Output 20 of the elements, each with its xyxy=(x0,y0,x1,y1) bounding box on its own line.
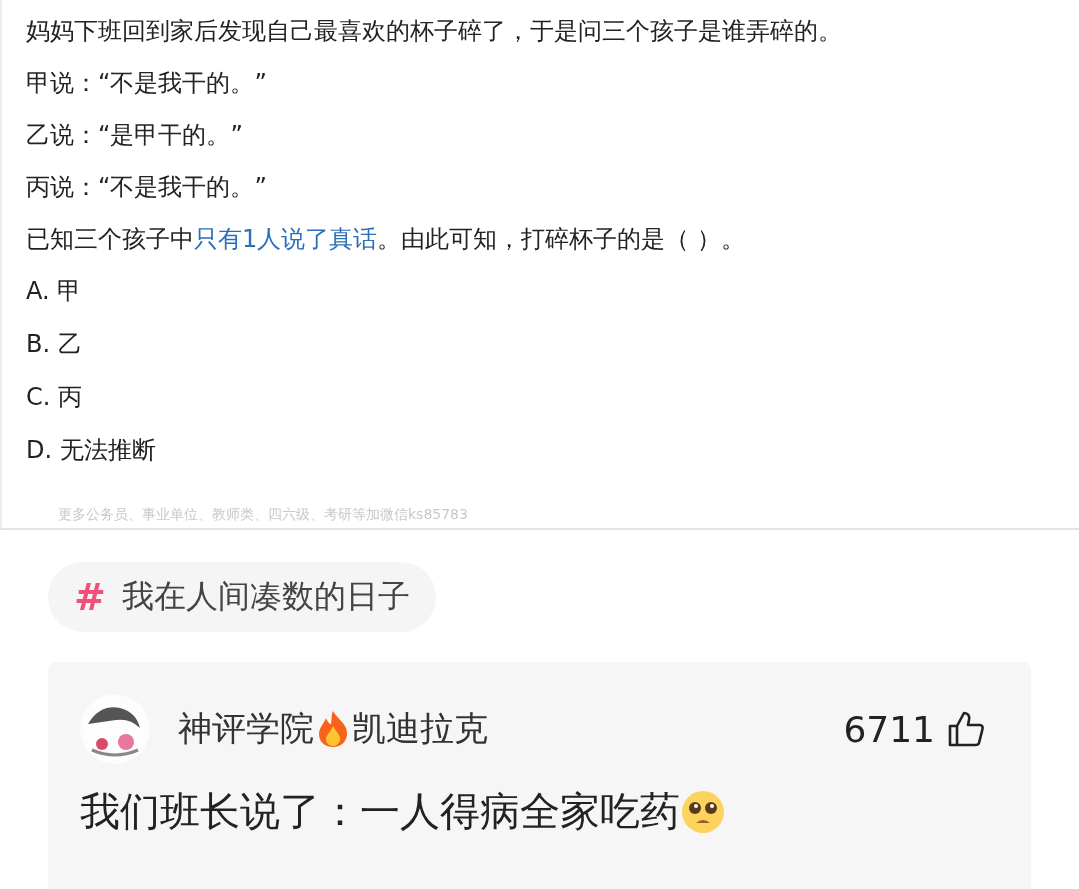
topic-label: 我在人间凑数的日子 xyxy=(121,576,410,617)
author-group[interactable]: 神评学院 xyxy=(178,706,314,752)
comment-text: 我们班长说了：一人得病全家吃药 xyxy=(80,787,680,836)
statement-text: 甲说：“不是我干的。” xyxy=(26,68,268,99)
hash-symbol: # xyxy=(74,575,106,619)
answer-option: B. 乙 xyxy=(26,327,1055,362)
fire-icon xyxy=(316,710,350,748)
topic-tag[interactable]: # 我在人间凑数的日子 xyxy=(48,562,436,632)
statement-text: 丙说：“不是我干的。” xyxy=(26,172,268,203)
avatar-icon[interactable] xyxy=(80,694,150,764)
like-count: 6711 xyxy=(843,708,935,750)
thumbs-up-icon[interactable] xyxy=(947,710,985,748)
answer-option: A. 甲 xyxy=(26,274,1055,309)
author-name[interactable]: 凯迪拉克 xyxy=(352,706,488,752)
answer-option: D. 无法推断 xyxy=(26,433,1055,468)
question-text: 妈妈下班回到家后发现自己最喜欢的杯子碎了，于是问三个孩子是谁弄碎的。 xyxy=(26,16,843,47)
pleading-face-icon xyxy=(680,788,726,835)
condition-text: 已知三个孩子中只有1人说了真话。由此可知，打碎杯子的是（ ）。 xyxy=(26,224,746,255)
answer-option: C. 丙 xyxy=(26,380,1055,415)
statement-text: 乙说：“是甲干的。” xyxy=(26,120,244,151)
